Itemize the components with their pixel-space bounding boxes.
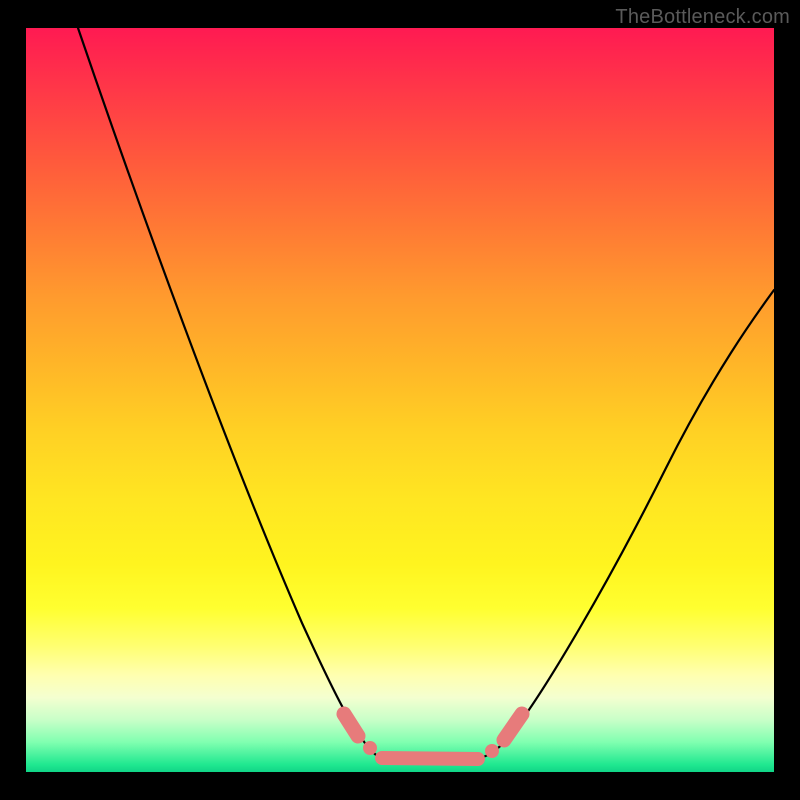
curve-layer: [26, 28, 774, 772]
chart-frame: TheBottleneck.com: [0, 0, 800, 800]
watermark-text: TheBottleneck.com: [615, 6, 790, 29]
bottleneck-curve: [78, 28, 774, 762]
plot-area: [26, 28, 774, 772]
highlight-segment: [344, 714, 522, 759]
